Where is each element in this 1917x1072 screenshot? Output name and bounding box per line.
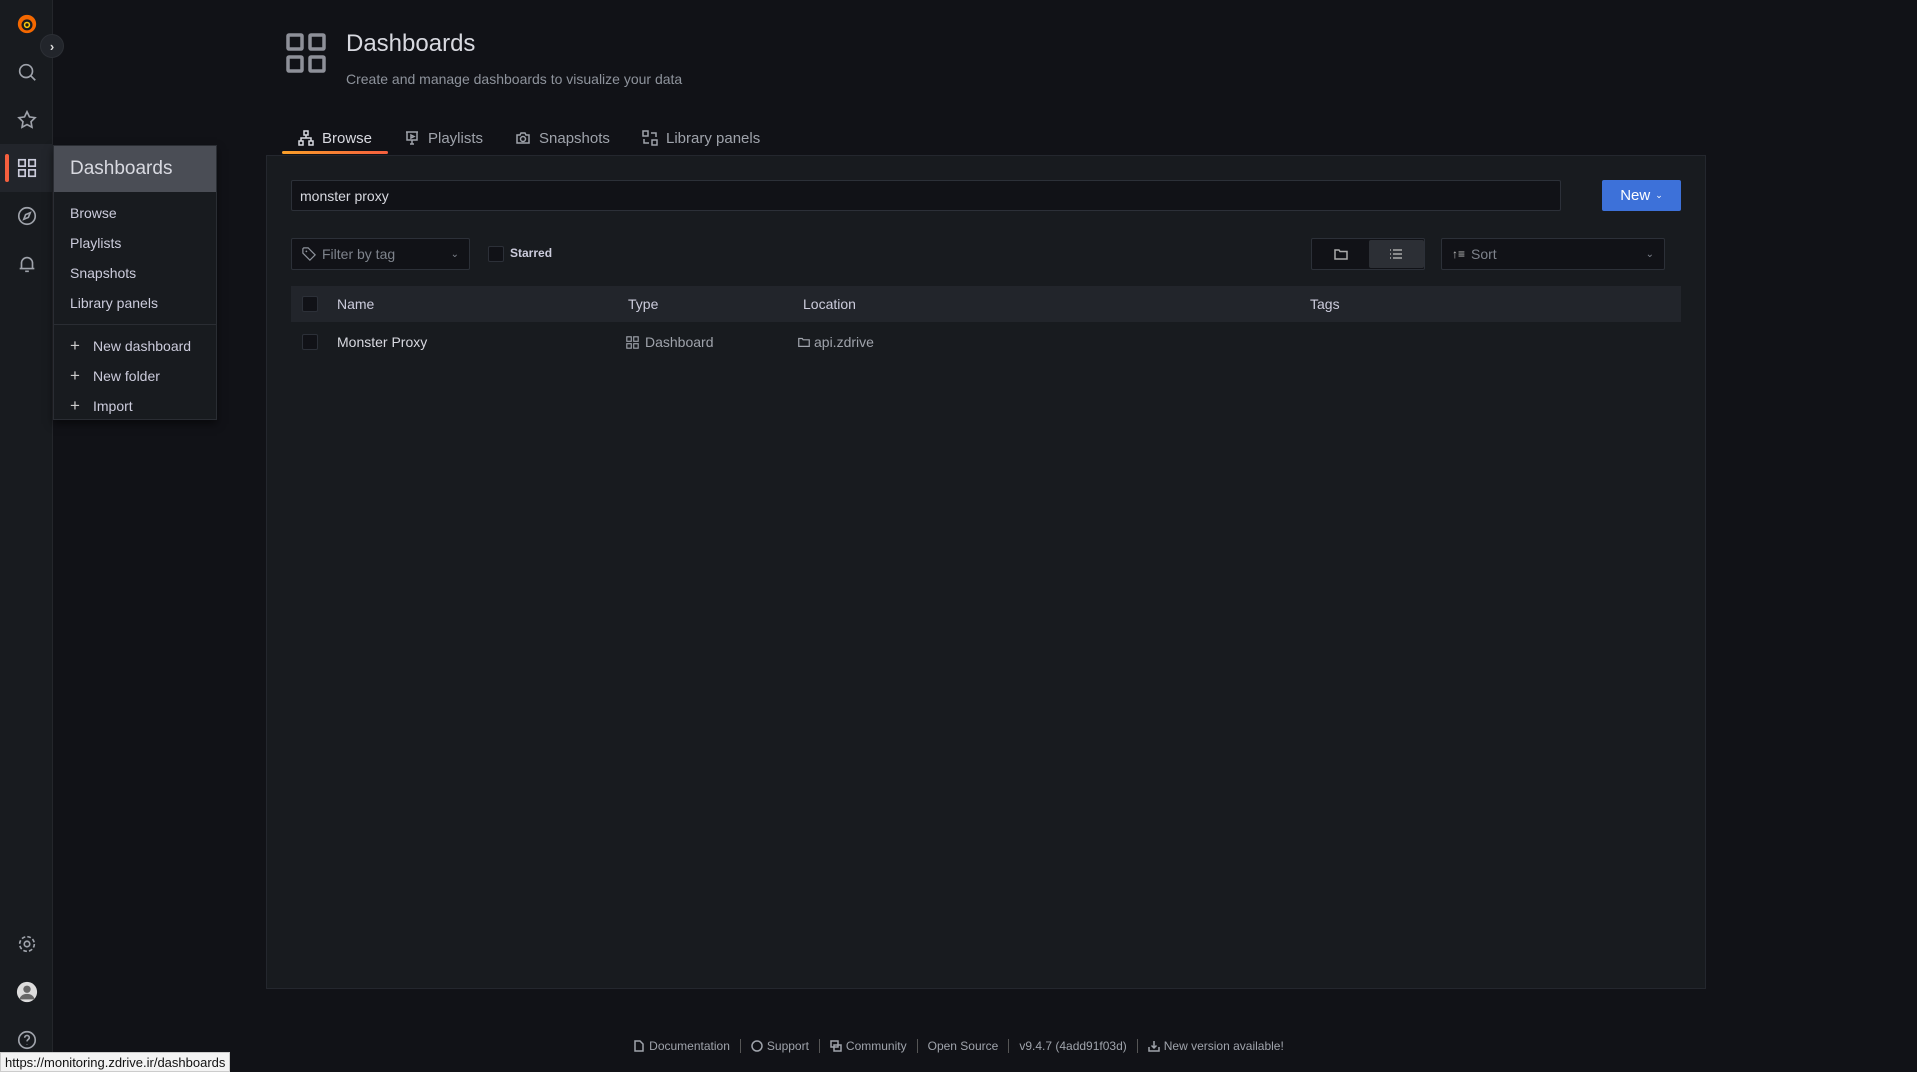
row-checkbox[interactable] <box>302 334 318 350</box>
expand-sidebar-button[interactable]: › <box>40 34 64 58</box>
sidebar <box>0 0 53 1072</box>
menu-item-new-folder[interactable]: + New folder <box>54 361 216 391</box>
label: New folder <box>93 368 160 384</box>
browse-panel <box>266 155 1706 989</box>
menu-item-browse[interactable]: Browse <box>54 198 216 228</box>
plus-icon: + <box>70 366 80 385</box>
label: v9.4.7 (4add91f03d) <box>1019 1039 1127 1053</box>
plus-icon: + <box>70 396 80 415</box>
camera-icon <box>516 132 530 144</box>
table-row[interactable]: Monster Proxy Dashboard api.zdrive <box>291 322 1681 362</box>
starred-checkbox[interactable] <box>488 246 504 262</box>
search-input[interactable]: monster proxy <box>291 180 1561 211</box>
new-label: New <box>1620 187 1651 204</box>
view-toggle <box>1311 238 1425 270</box>
folder-icon <box>1334 249 1348 260</box>
tab-label: Library panels <box>666 129 761 147</box>
explore-compass-icon[interactable] <box>0 192 53 240</box>
tab-library-panels[interactable]: Library panels <box>642 127 760 149</box>
menu-item-playlists[interactable]: Playlists <box>54 228 216 258</box>
table-header: Name Type Location Tags <box>291 286 1681 322</box>
menu-item-snapshots[interactable]: Snapshots <box>54 258 216 288</box>
select-all-cell <box>302 286 318 322</box>
footer-support-link[interactable]: Support <box>739 1039 819 1053</box>
chevron-down-icon: ⌄ <box>450 248 459 260</box>
chevron-down-icon: ⌄ <box>1645 248 1654 260</box>
row-location: api.zdrive <box>797 322 874 362</box>
tab-label: Playlists <box>428 129 484 147</box>
dashboards-icon[interactable] <box>0 144 53 192</box>
sort-label: Sort <box>1471 246 1497 262</box>
starred-label: Starred <box>510 246 553 260</box>
dashboards-menu: Dashboards Browse Playlists Snapshots Li… <box>53 145 217 420</box>
label: Open Source <box>927 1039 999 1053</box>
active-tab-indicator <box>282 151 388 154</box>
tab-browse[interactable]: Browse <box>298 127 372 149</box>
question-circle-icon <box>751 1040 763 1052</box>
footer-community-link[interactable]: Community <box>818 1039 917 1053</box>
label: Community <box>845 1039 907 1053</box>
row-type-label: Dashboard <box>645 334 714 350</box>
avatar[interactable] <box>0 968 53 1016</box>
select-all-checkbox[interactable] <box>302 296 318 312</box>
label: Import <box>93 398 133 414</box>
page-title: Dashboards <box>346 30 476 57</box>
tag-icon <box>302 247 316 261</box>
footer: Documentation Support Community Open Sou… <box>0 1039 1917 1053</box>
label: New version available! <box>1163 1039 1284 1053</box>
folder-view-button[interactable] <box>1313 240 1369 268</box>
page-subtitle: Create and manage dashboards to visualiz… <box>346 71 683 87</box>
tab-snapshots[interactable]: Snapshots <box>515 127 610 149</box>
footer-documentation-link[interactable]: Documentation <box>623 1039 740 1053</box>
row-type: Dashboard <box>626 322 714 362</box>
new-button[interactable]: New ⌄ <box>1602 180 1681 211</box>
column-name: Name <box>337 296 375 312</box>
list-icon <box>1390 249 1403 259</box>
plus-icon: + <box>70 336 80 355</box>
footer-open-source-link[interactable]: Open Source <box>916 1039 1009 1053</box>
footer-new-version-link[interactable]: New version available! <box>1136 1039 1294 1053</box>
tab-playlists[interactable]: Playlists <box>404 127 483 149</box>
label: New dashboard <box>93 338 192 354</box>
menu-header[interactable]: Dashboards <box>54 146 216 192</box>
settings-gear-icon[interactable] <box>0 920 53 968</box>
library-panels-icon <box>642 130 658 146</box>
download-icon <box>1148 1041 1160 1052</box>
chevron-down-icon: ⌄ <box>1655 190 1663 200</box>
label: Documentation <box>649 1039 730 1053</box>
sort-select[interactable]: ↑≡ Sort ⌄ <box>1441 238 1665 270</box>
filter-by-tag-select[interactable]: Filter by tag ⌄ <box>291 238 470 270</box>
row-name[interactable]: Monster Proxy <box>337 322 427 362</box>
tab-label: Browse <box>322 129 373 147</box>
dashboards-header-icon <box>286 33 326 73</box>
dashboard-grid-icon <box>626 335 639 349</box>
footer-version: v9.4.7 (4add91f03d) <box>1008 1039 1136 1053</box>
column-tags: Tags <box>1310 296 1340 312</box>
menu-item-import[interactable]: + Import <box>54 391 216 421</box>
sort-icon: ↑≡ <box>1452 247 1466 261</box>
presentation-play-icon <box>406 131 418 145</box>
status-bar-url: https://monitoring.zdrive.ir/dashboards <box>0 1052 231 1072</box>
alerting-bell-icon[interactable] <box>0 240 53 288</box>
column-type: Type <box>628 296 659 312</box>
sitemap-icon <box>298 130 314 146</box>
star-icon[interactable] <box>0 96 53 144</box>
row-select-cell <box>302 322 318 362</box>
comments-icon <box>830 1040 842 1052</box>
menu-item-new-dashboard[interactable]: + New dashboard <box>54 331 216 361</box>
list-view-button[interactable] <box>1368 240 1424 268</box>
menu-item-library-panels[interactable]: Library panels <box>54 288 216 318</box>
folder-icon <box>798 337 810 347</box>
menu-divider <box>54 324 216 325</box>
tab-label: Snapshots <box>539 129 610 147</box>
column-location: Location <box>803 296 856 312</box>
document-icon <box>634 1040 644 1052</box>
label: Support <box>766 1039 809 1053</box>
filter-placeholder: Filter by tag <box>322 246 396 262</box>
row-location-label[interactable]: api.zdrive <box>814 334 874 350</box>
